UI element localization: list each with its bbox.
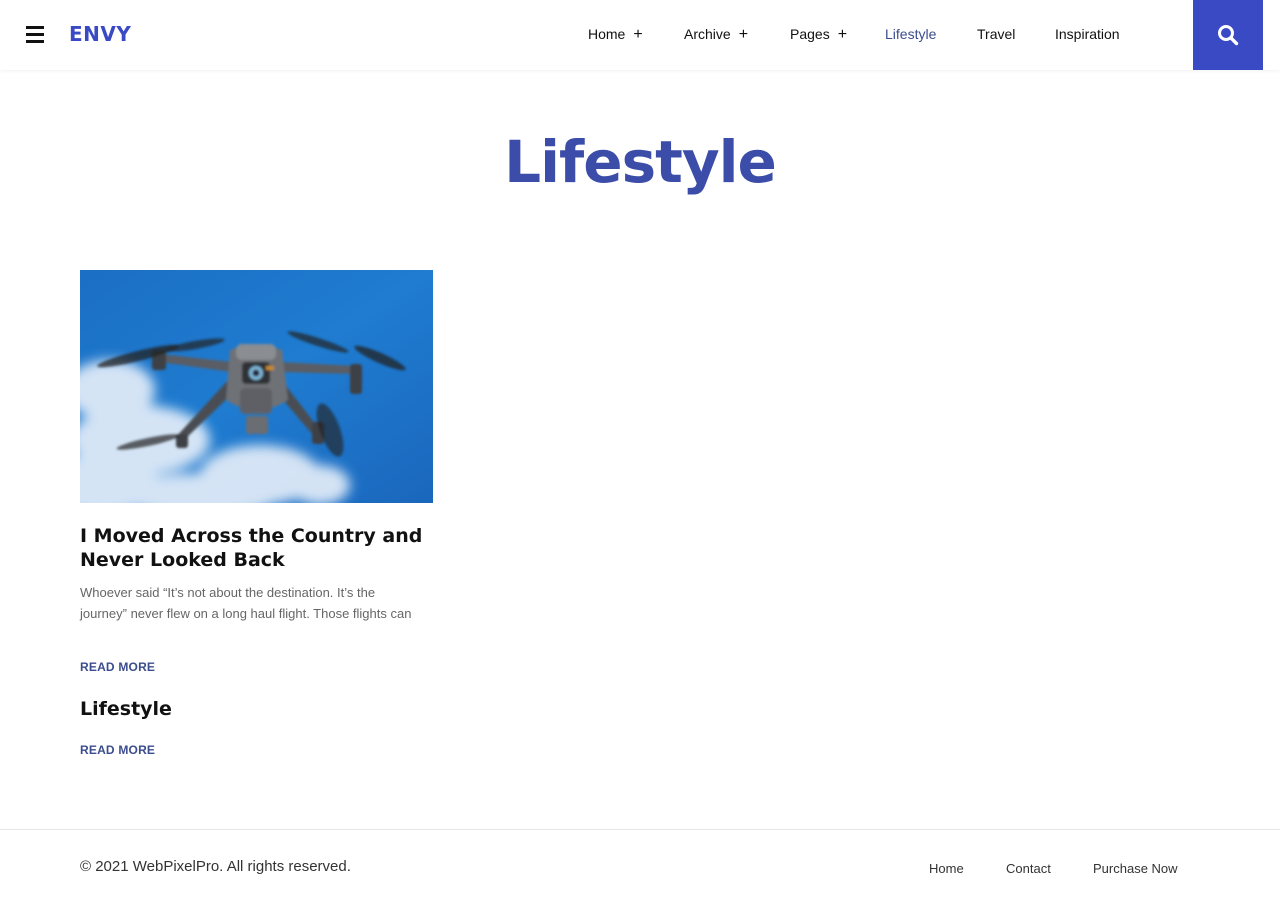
post-excerpt: Whoever said “It’s not about the destina… bbox=[80, 585, 412, 621]
nav-item-lifestyle[interactable]: Lifestyle bbox=[885, 26, 936, 42]
nav-item-label: Home bbox=[588, 26, 626, 42]
page-title: Lifestyle bbox=[504, 128, 777, 196]
nav-item-label: Inspiration bbox=[1055, 26, 1120, 42]
nav-item-home[interactable]: Home + bbox=[588, 26, 643, 43]
search-button[interactable] bbox=[1193, 0, 1263, 70]
nav-item-label: Pages bbox=[790, 26, 830, 42]
nav-item-label: Travel bbox=[977, 26, 1016, 42]
footer-copyright: © 2021 WebPixelPro. All rights reserved. bbox=[80, 858, 351, 875]
nav-item-travel[interactable]: Travel bbox=[977, 26, 1015, 42]
footer-divider bbox=[0, 829, 1280, 830]
category-title: Lifestyle bbox=[80, 698, 172, 720]
plus-icon[interactable]: + bbox=[739, 26, 748, 43]
footer-link-contact[interactable]: Contact bbox=[1006, 861, 1051, 876]
nav-item-pages[interactable]: Pages + bbox=[790, 26, 847, 43]
hamburger-icon[interactable] bbox=[26, 26, 44, 43]
plus-icon[interactable]: + bbox=[633, 26, 642, 43]
read-more-link[interactable]: READ MORE bbox=[80, 660, 155, 674]
nav-item-label: Lifestyle bbox=[885, 26, 937, 42]
drone-image bbox=[80, 270, 433, 503]
post-image[interactable] bbox=[80, 270, 433, 503]
category-read-more-link[interactable]: READ MORE bbox=[80, 743, 155, 757]
footer-link-purchase[interactable]: Purchase Now bbox=[1093, 861, 1178, 876]
site-logo[interactable]: ENVY bbox=[69, 22, 131, 46]
nav-item-label: Archive bbox=[684, 26, 731, 42]
search-icon bbox=[1218, 25, 1239, 46]
post-title[interactable]: I Moved Across the Country and Never Loo… bbox=[80, 524, 440, 572]
plus-icon[interactable]: + bbox=[838, 26, 847, 43]
nav-item-inspiration[interactable]: Inspiration bbox=[1055, 26, 1120, 42]
site-header: ENVY Home + Archive + Pages + Lifestyle Tra… bbox=[0, 0, 1280, 70]
nav-item-archive[interactable]: Archive + bbox=[684, 26, 748, 43]
footer-link-home[interactable]: Home bbox=[929, 861, 964, 876]
